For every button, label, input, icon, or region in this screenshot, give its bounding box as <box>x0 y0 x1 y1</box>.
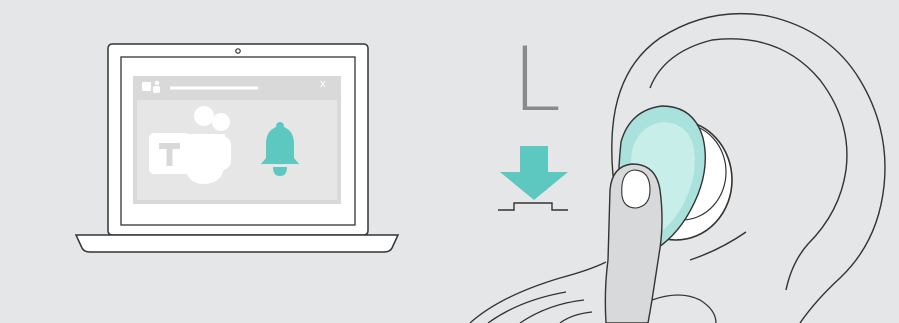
side-label: L <box>512 28 562 131</box>
button-icon <box>498 202 568 211</box>
press-down-arrow-icon <box>500 146 568 200</box>
illustration: x L <box>0 0 899 323</box>
dialog-close-icon: x <box>320 78 326 90</box>
illustration-svg <box>74 12 886 323</box>
